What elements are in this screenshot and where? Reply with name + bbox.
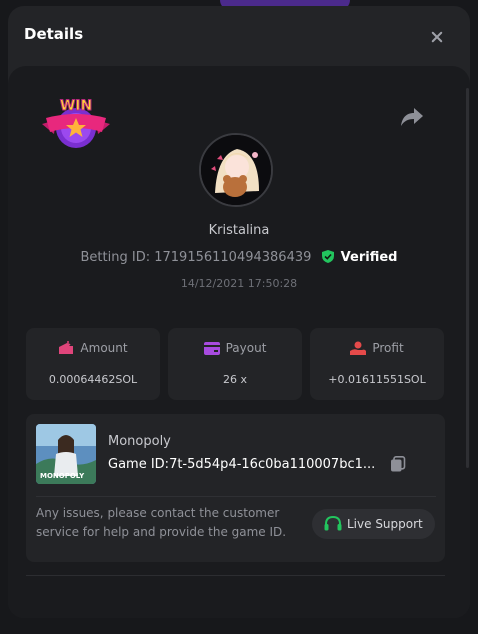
share-icon[interactable]	[400, 106, 424, 128]
hand-coin-icon	[350, 341, 367, 355]
game-thumb-text: MONOPOLY	[40, 472, 85, 480]
verified-shield-icon	[321, 250, 334, 263]
close-button[interactable]	[428, 26, 450, 48]
verified-label: Verified	[340, 250, 398, 265]
stat-label-amount: Amount	[80, 341, 128, 355]
game-id-label: Game ID:	[108, 457, 170, 472]
stat-head-payout: Payout	[168, 341, 302, 355]
stat-head-amount: Amount	[26, 341, 160, 355]
game-id-line: Game ID:7t-5d54p4-16c0ba110007bc1...	[108, 457, 375, 472]
betting-id-line: Betting ID: 1719156110494386439 Verified	[8, 250, 470, 265]
stat-label-payout: Payout	[225, 341, 267, 355]
support-help-text: Any issues, please contact the customer …	[36, 506, 287, 539]
stat-head-profit: Profit	[310, 341, 444, 355]
betting-id-label: Betting ID:	[80, 250, 151, 265]
bet-timestamp: 14/12/2021 17:50:28	[180, 277, 298, 290]
username: Kristalina	[208, 223, 270, 238]
betting-id-value: 1719156110494386439	[154, 250, 312, 265]
live-support-label: Live Support	[347, 517, 423, 531]
stat-value-profit: +0.01611551SOL	[328, 373, 426, 386]
game-card-divider	[36, 496, 436, 497]
game-thumbnail-icon: MONOPOLY	[36, 424, 96, 484]
copy-icon[interactable]	[390, 456, 406, 472]
avatar	[199, 133, 273, 207]
bet-details-modal: Details WIN Kristalina Betting ID: 17191…	[8, 6, 470, 618]
win-badge-text: WIN	[60, 98, 92, 114]
game-id-value: 7t-5d54p4-16c0ba110007bc1...	[169, 457, 376, 472]
stat-label-profit: Profit	[372, 341, 404, 355]
card-icon	[203, 342, 220, 355]
stat-card-payout: Payout 26 x	[168, 328, 302, 400]
stat-card-amount: Amount 0.00064462SOL	[26, 328, 160, 400]
live-support-button[interactable]: Live Support	[312, 509, 435, 539]
stat-card-profit: Profit +0.01611551SOL	[310, 328, 444, 400]
game-name: Monopoly	[108, 434, 171, 449]
headset-icon	[324, 516, 342, 531]
game-thumbnail[interactable]: MONOPOLY	[36, 424, 96, 484]
stat-value-payout: 26 x	[222, 373, 247, 386]
modal-title: Details	[24, 25, 84, 43]
details-panel: WIN Kristalina Betting ID: 1719156110494…	[8, 66, 470, 618]
game-card: MONOPOLY Monopoly Game ID:7t-5d54p4-16c0…	[26, 414, 445, 562]
avatar-image-icon	[201, 135, 271, 205]
panel-bottom-divider	[26, 575, 445, 576]
win-badge-icon: WIN	[42, 98, 110, 148]
stat-value-amount: 0.00064462SOL	[48, 373, 138, 386]
wallet-down-icon	[59, 341, 74, 354]
